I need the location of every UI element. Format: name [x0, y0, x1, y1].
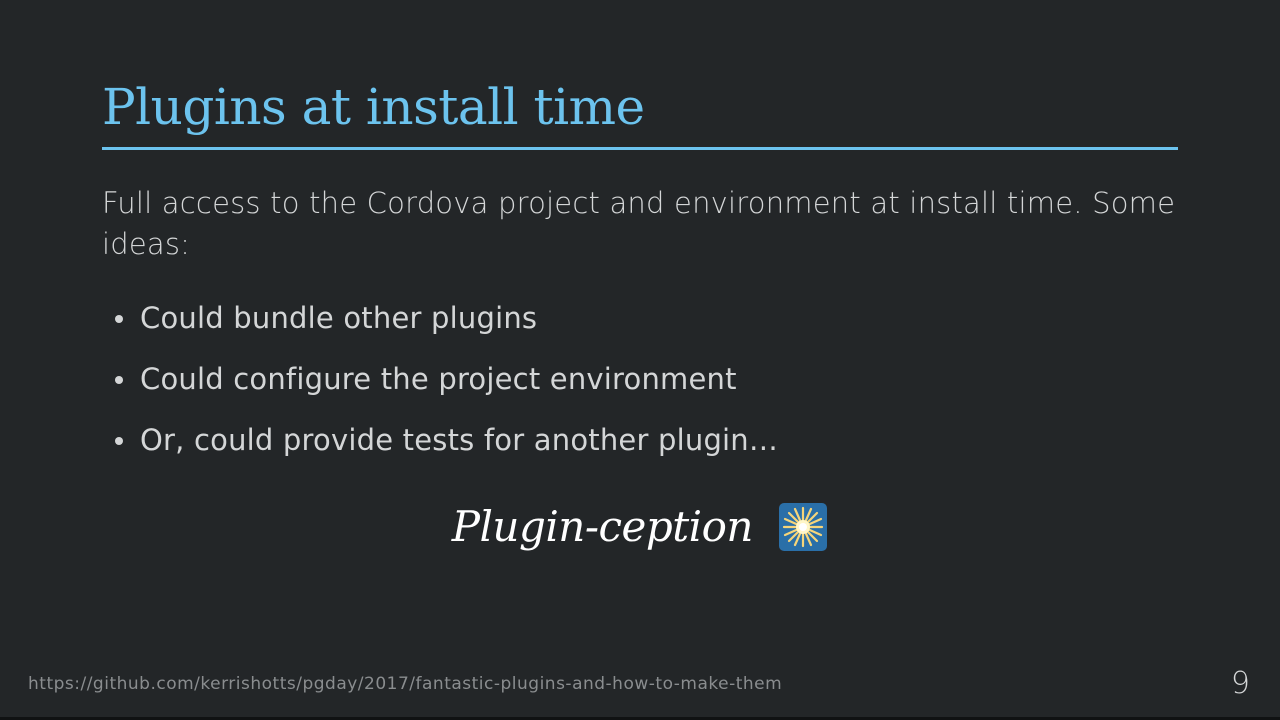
- intro-paragraph: Full access to the Cordova project and e…: [102, 186, 1176, 261]
- slide: Plugins at install time Full access to t…: [0, 0, 1280, 720]
- bullet-dot-icon: [115, 437, 123, 445]
- title-underline: [102, 147, 1178, 150]
- list-item: Could configure the project environment: [102, 357, 778, 402]
- footer-url: https://github.com/kerrishotts/pgday/201…: [28, 674, 783, 694]
- list-item-text: Could bundle other plugins: [140, 301, 538, 335]
- bullet-dot-icon: [115, 315, 123, 323]
- list-item-text: Could configure the project environment: [140, 362, 737, 396]
- tagline-text: Plugin-ception: [451, 502, 754, 551]
- list-item: Could bundle other plugins: [102, 296, 778, 341]
- tagline: Plugin-ception: [0, 492, 1280, 559]
- slide-title: Plugins at install time: [102, 78, 645, 136]
- list-item-text: Or, could provide tests for another plug…: [140, 423, 779, 457]
- page-number: 9: [1230, 666, 1250, 701]
- sparkle-icon: [779, 503, 828, 551]
- bullet-list: Could bundle other plugins Could configu…: [102, 296, 778, 479]
- list-item: Or, could provide tests for another plug…: [102, 418, 778, 463]
- bullet-dot-icon: [115, 376, 123, 384]
